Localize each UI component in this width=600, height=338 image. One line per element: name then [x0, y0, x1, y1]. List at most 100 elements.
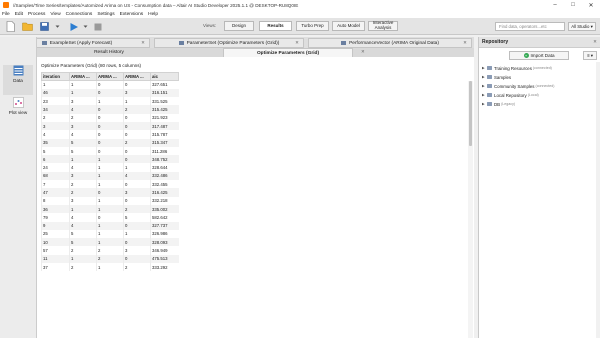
title-bar: //Samples/Time Series/templates/Automize… [0, 0, 600, 10]
view-tab-results[interactable]: Results [259, 21, 292, 31]
table-row[interactable]: 1 1 0 0 327.651 [41, 80, 179, 89]
table-title: Optimize Parameters (Grid) (80 rows, 5 c… [41, 63, 142, 68]
view-tab-turbo-prep[interactable]: Turbo Prep [296, 21, 329, 31]
table-row[interactable]: 46 1 0 3 316.151 [41, 88, 179, 98]
menu-edit[interactable]: Edit [15, 12, 23, 17]
table-scrollbar[interactable] [468, 81, 473, 338]
new-process-icon[interactable] [3, 20, 17, 33]
repository-menu-button[interactable]: ≡ ▾ [583, 51, 597, 60]
table-cell: 3 [69, 171, 97, 181]
repo-item-samples[interactable]: ▶ Samples [482, 73, 512, 81]
table-cell: 317.487 [150, 121, 179, 131]
table-cell: 2 [69, 180, 97, 189]
table-row[interactable]: 11 1 2 0 475.513 [41, 254, 179, 264]
nav-plot-view-label: Plot view [8, 110, 28, 115]
nav-plot-view[interactable]: Plot view [3, 97, 33, 127]
global-search-input[interactable]: Find data, operators...etc [495, 22, 565, 31]
menu-file[interactable]: File [2, 12, 10, 17]
studio-selector-button[interactable]: All Studio ▾ [568, 22, 596, 31]
table-row[interactable]: 79 4 0 5 582.642 [41, 213, 179, 222]
table-row[interactable]: 3 3 0 0 317.487 [41, 121, 179, 131]
table-row[interactable]: 9 4 1 0 327.737 [41, 221, 179, 230]
minimize-button[interactable]: – [546, 0, 564, 10]
tab-result-history[interactable]: Result History [37, 48, 181, 57]
stop-process-icon[interactable] [91, 20, 105, 33]
menu-settings[interactable]: Settings [97, 12, 114, 17]
column-header-iteration[interactable]: iteration [41, 72, 70, 81]
column-header-aic[interactable]: aic [150, 72, 179, 81]
menu-process[interactable]: Process [28, 12, 45, 17]
repo-item-training-resources[interactable]: ▶ Training Resources (connected) [482, 64, 552, 72]
column-header-arima-p[interactable]: ARIMA ... [69, 72, 97, 81]
table-cell: 0 [123, 146, 151, 156]
table-cell: 332.218 [150, 196, 179, 205]
column-header-arima-q[interactable]: ARIMA ... [123, 72, 151, 81]
table-row[interactable]: 68 3 1 4 332.486 [41, 171, 179, 181]
table-row[interactable]: 23 3 1 1 331.525 [41, 97, 179, 106]
menu-view[interactable]: View [50, 12, 60, 17]
table-row[interactable]: 47 2 0 3 316.425 [41, 188, 179, 197]
table-row[interactable]: 57 2 2 3 346.949 [41, 246, 179, 255]
table-row[interactable]: 24 4 1 1 328.644 [41, 163, 179, 172]
table-cell: 3 [69, 196, 97, 205]
table-cell: 1 [96, 204, 124, 214]
table-row[interactable]: 2 2 0 0 321.923 [41, 113, 179, 122]
table-cell: 348.752 [150, 155, 179, 164]
tab-label: ExampleSet (Apply Forecast) [49, 40, 113, 46]
tab-optimize-parameters[interactable]: Optimize Parameters (Grid) [223, 48, 353, 57]
repo-item-community-samples[interactable]: ▶ Community Samples (connected) [482, 82, 555, 90]
table-cell: 5 [41, 146, 70, 156]
tab-performance-vector[interactable]: PerformanceVector (ARIMA Original Data) … [308, 38, 472, 48]
repo-item-status: (connected) [532, 66, 552, 70]
table-cell: 2 [123, 105, 151, 114]
table-row[interactable]: 6 1 1 0 348.752 [41, 155, 179, 164]
close-tab-icon[interactable]: ✕ [361, 49, 365, 55]
view-tab-design[interactable]: Design [224, 21, 254, 31]
close-tab-icon[interactable]: ✕ [141, 40, 145, 46]
repo-item-local-repository[interactable]: ▶ Local Repository (Local) [482, 91, 539, 99]
table-cell: 5 [123, 213, 151, 222]
table-cell: 328.093 [150, 238, 179, 247]
table-cell: 316.425 [150, 188, 179, 197]
table-row[interactable]: 7 2 1 0 332.455 [41, 180, 179, 189]
column-header-arima-d[interactable]: ARIMA ... [96, 72, 124, 81]
table-cell: 2 [123, 204, 151, 214]
menu-connections[interactable]: Connections [66, 12, 93, 17]
table-cell: 57 [41, 246, 70, 255]
scrollbar-thumb[interactable] [469, 81, 472, 146]
table-cell: 332.486 [150, 171, 179, 181]
close-panel-icon[interactable]: ✕ [593, 39, 597, 45]
table-row[interactable]: 10 5 1 0 328.093 [41, 238, 179, 247]
save-icon[interactable] [37, 20, 51, 33]
view-tab-interactive-analysis[interactable]: Interactive Analysis [368, 21, 398, 31]
run-process-icon[interactable] [67, 20, 81, 33]
repo-item-db[interactable]: ▶ DB (Legacy) [482, 100, 515, 108]
table-row[interactable]: 8 3 1 0 332.218 [41, 196, 179, 205]
menu-extensions[interactable]: Extensions [120, 12, 143, 17]
table-row[interactable]: 5 5 0 0 311.286 [41, 146, 179, 156]
table-row[interactable]: 36 1 1 2 335.002 [41, 204, 179, 214]
repo-item-status: (Local) [527, 93, 539, 97]
table-cell: 1 [96, 180, 124, 189]
table-row[interactable]: 37 2 1 2 333.292 [41, 263, 179, 272]
save-dropdown-icon[interactable] [53, 20, 62, 33]
table-row[interactable]: 34 4 0 2 315.425 [41, 105, 179, 114]
menu-help[interactable]: Help [148, 12, 158, 17]
import-data-button[interactable]: + Import Data [509, 51, 569, 60]
view-tab-auto-model[interactable]: Auto Model [332, 21, 365, 31]
maximize-button[interactable]: □ [564, 0, 582, 10]
table-row[interactable]: 25 5 1 1 326.986 [41, 229, 179, 239]
table-row[interactable]: 4 4 0 0 315.787 [41, 130, 179, 139]
tab-parameter-set[interactable]: ParameterSet (Optimize Parameters (Grid)… [154, 38, 304, 48]
table-cell: 8 [41, 196, 70, 205]
open-folder-icon[interactable] [20, 20, 34, 33]
table-cell: 37 [41, 263, 70, 272]
table-row[interactable]: 35 5 0 2 315.347 [41, 138, 179, 147]
nav-data[interactable]: Data [3, 65, 33, 95]
close-tab-icon[interactable]: ✕ [463, 40, 467, 46]
run-dropdown-icon[interactable] [81, 20, 89, 33]
close-button[interactable]: ✕ [582, 0, 600, 10]
close-tab-icon[interactable]: ✕ [295, 40, 299, 46]
repository-scrollbar[interactable] [596, 62, 600, 338]
table-cell: 35 [41, 138, 70, 147]
